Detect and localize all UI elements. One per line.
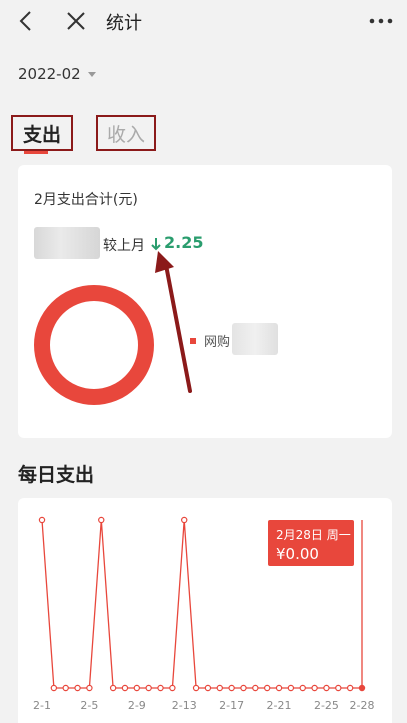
data-point[interactable] (204, 684, 212, 692)
active-tab-indicator (24, 151, 48, 154)
data-point[interactable] (358, 684, 366, 692)
page-title: 统计 (106, 13, 142, 34)
data-point[interactable] (299, 684, 306, 692)
close-icon (67, 12, 85, 30)
chevron-left-icon (19, 11, 31, 31)
month-selector[interactable]: 2022-02 (18, 63, 97, 85)
x-tick-label: 2-5 (80, 699, 98, 712)
legend-amount-blurred (232, 323, 278, 355)
data-point[interactable] (38, 516, 46, 524)
compare-label: 较上月 (103, 238, 145, 254)
data-point[interactable] (157, 684, 164, 692)
data-point[interactable] (240, 684, 247, 692)
data-point[interactable] (109, 684, 117, 692)
tab-income[interactable]: 收入 (96, 115, 156, 151)
data-point[interactable] (50, 684, 58, 692)
x-tick-label: 2-21 (267, 699, 292, 712)
data-point[interactable] (86, 684, 93, 692)
data-point[interactable] (169, 684, 176, 692)
data-point[interactable] (346, 684, 354, 692)
data-point[interactable] (133, 684, 141, 692)
summary-title: 2月支出合计(元) (34, 192, 138, 208)
x-tick-label: 2-13 (172, 699, 197, 712)
chart-tooltip: 2月28日 周一 ¥0.00 (268, 520, 354, 566)
data-point[interactable] (275, 684, 283, 692)
data-point[interactable] (323, 684, 330, 692)
data-point[interactable] (335, 684, 342, 692)
data-point[interactable] (287, 684, 295, 692)
summary-card: 2月支出合计(元) 较上月 2.25 网购 (18, 165, 392, 438)
more-button[interactable] (366, 8, 396, 34)
data-point[interactable] (181, 516, 188, 524)
daily-expense-card: 2-1 2-5 2-9 2-13 2-17 2-21 2-25 2-28 2月28日 周一 ¥… (18, 498, 392, 723)
x-tick-label: 2-25 (314, 699, 339, 712)
data-point[interactable] (145, 684, 152, 692)
data-point[interactable] (98, 516, 105, 524)
data-point[interactable] (311, 684, 318, 692)
back-button[interactable] (14, 8, 40, 34)
data-point[interactable] (216, 684, 223, 692)
expense-donut-chart (34, 285, 154, 405)
more-icon (369, 18, 393, 24)
data-point[interactable] (62, 684, 69, 692)
legend-swatch (190, 337, 196, 344)
compare-value: 2.25 (164, 233, 204, 252)
x-tick-label: 2-1 (33, 699, 51, 712)
data-point[interactable] (121, 684, 129, 692)
tooltip-date: 2月28日 周一 (276, 528, 351, 542)
data-point[interactable] (252, 684, 259, 692)
statistics-page: 统计 2022-02 支出 收入 2月支出合计(元) 较上月 2.25 网购 每… (0, 0, 407, 723)
month-value: 2022-02 (18, 65, 81, 83)
x-tick-label: 2-28 (350, 699, 375, 712)
legend-item: 网购 (190, 331, 230, 350)
legend-label: 网购 (204, 335, 231, 350)
daily-section-title: 每日支出 (18, 464, 95, 486)
close-button[interactable] (63, 8, 89, 34)
data-point[interactable] (74, 684, 81, 692)
tab-expense[interactable]: 支出 (11, 115, 73, 151)
arrow-down-icon (151, 238, 161, 251)
data-point[interactable] (263, 684, 271, 692)
x-tick-label: 2-17 (219, 699, 244, 712)
x-tick-label: 2-9 (128, 699, 146, 712)
data-point[interactable] (228, 684, 235, 692)
top-bar: 统计 (0, 0, 407, 42)
total-amount-blurred (34, 227, 100, 259)
data-point[interactable] (192, 684, 200, 692)
donut-slice (34, 285, 154, 405)
tooltip-value: ¥0.00 (276, 545, 319, 563)
caret-down-icon (87, 72, 96, 77)
